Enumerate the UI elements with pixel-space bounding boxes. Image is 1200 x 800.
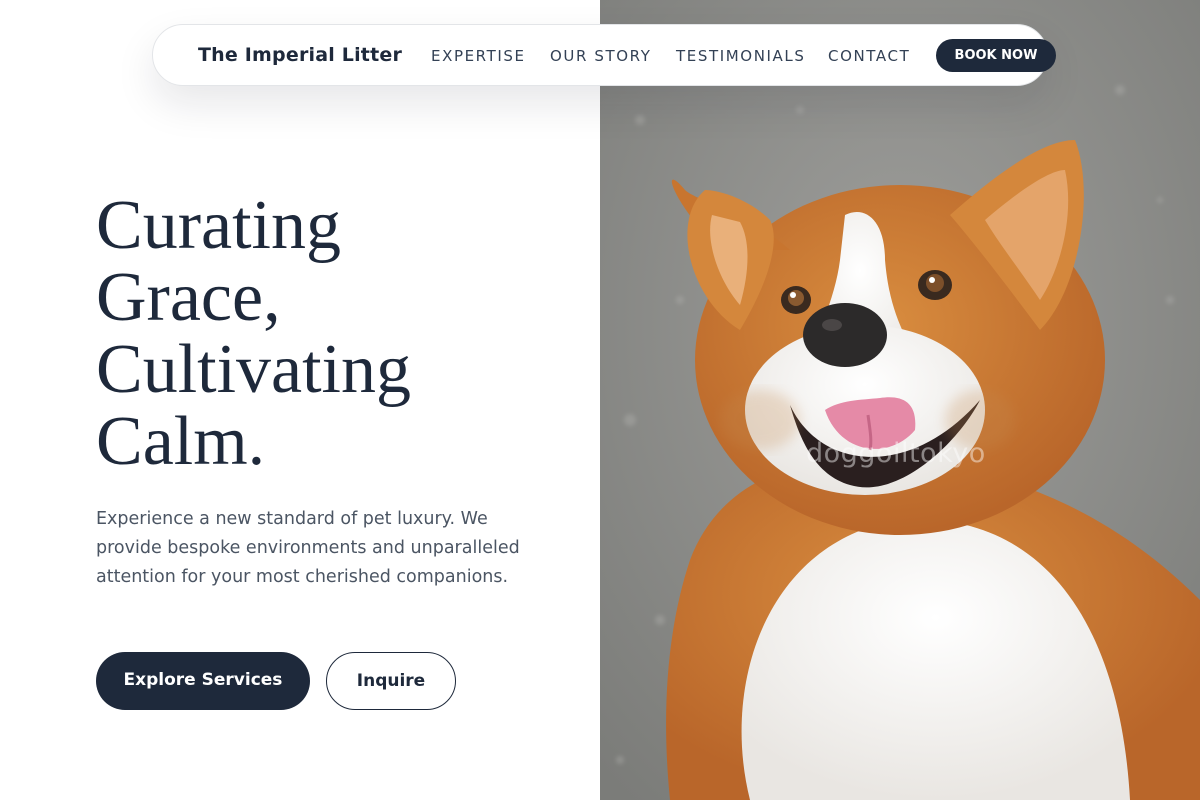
hero-title: Curating Grace, Cultivating Calm. xyxy=(96,190,556,478)
inquire-button[interactable]: Inquire xyxy=(326,652,456,710)
nav-link-expertise[interactable]: EXPERTISE xyxy=(431,47,526,65)
hero-description: Experience a new standard of pet luxury.… xyxy=(96,509,520,587)
nav-link-testimonials[interactable]: TESTIMONIALS xyxy=(676,47,805,65)
nav-link-contact[interactable]: CONTACT xyxy=(828,47,910,65)
top-navigation: The Imperial Litter EXPERTISE OUR STORY … xyxy=(152,24,1056,86)
hero-title-line: Grace, xyxy=(96,259,281,336)
corgi-dog-illustration xyxy=(600,0,1200,800)
hero-title-line: Calm. xyxy=(96,403,266,480)
explore-services-button[interactable]: Explore Services xyxy=(96,652,310,710)
brand-logo-text[interactable]: The Imperial Litter xyxy=(198,44,402,66)
book-now-button[interactable]: BOOK NOW xyxy=(936,39,1056,72)
nav-link-our-story[interactable]: OUR STORY xyxy=(550,47,652,65)
hero-title-line: Cultivating xyxy=(96,331,411,408)
hero-title-line: Curating xyxy=(96,187,341,264)
hero-image: doggoiltokyo xyxy=(600,0,1200,800)
photo-watermark: doggoiltokyo xyxy=(806,438,986,469)
